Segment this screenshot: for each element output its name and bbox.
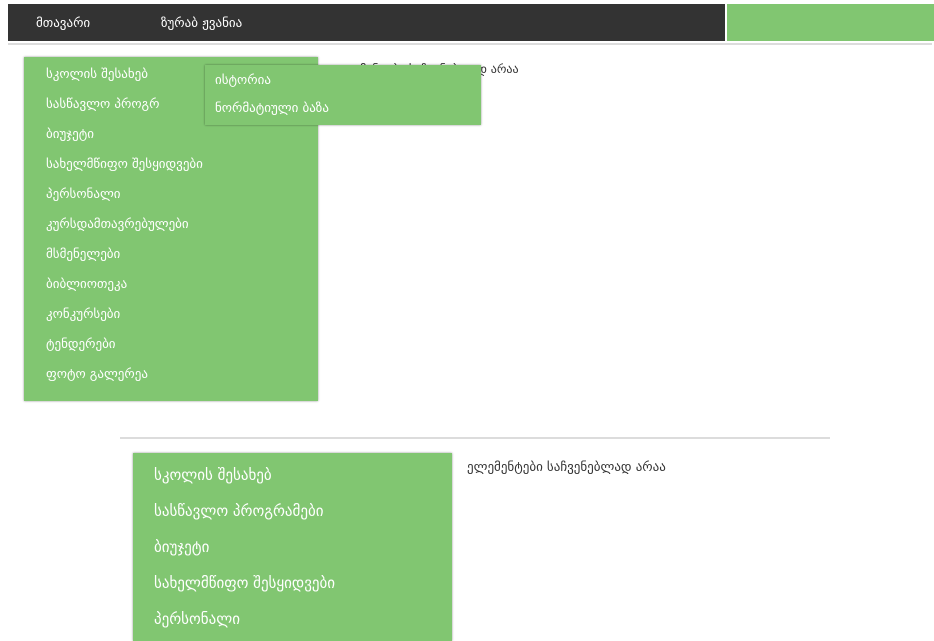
hidden-elements-note-2: ელემენტები საჩვენებლად არაა — [467, 460, 666, 475]
submenu-item-history[interactable]: ისტორია — [205, 73, 481, 88]
menu-item-library[interactable]: ბიბლიოთეკა — [24, 277, 318, 292]
top-divider — [8, 43, 932, 45]
menu-item-listeners[interactable]: მსმენელები — [24, 247, 318, 262]
menu-item-about-school[interactable]: სკოლის შესახებ — [133, 466, 452, 484]
section-divider — [120, 437, 830, 439]
menu-item-photo-gallery[interactable]: ფოტო გალერეა — [24, 367, 318, 382]
submenu-about-school: ისტორია ნორმატიული ბაზა — [205, 65, 481, 125]
menu-item-budget[interactable]: ბიუჯეტი — [133, 538, 452, 556]
menu-item-competitions[interactable]: კონკურსები — [24, 307, 318, 322]
nav-item-home[interactable]: მთავარი — [36, 16, 90, 31]
menu-item-graduates[interactable]: კურსდამთავრებულები — [24, 217, 318, 232]
menu-item-personnel[interactable]: პერსონალი — [24, 187, 318, 202]
menu-item-study-programs[interactable]: სასწავლო პროგრამები — [133, 502, 452, 520]
nav-item-zurab-zhvania[interactable]: ზურაბ ჟვანია — [161, 16, 242, 31]
menu-item-budget[interactable]: ბიუჯეტი — [24, 127, 318, 142]
menu-item-state-procurement[interactable]: სახელმწიფო შესყიდვები — [133, 574, 452, 592]
menu-item-tenders[interactable]: ტენდერები — [24, 337, 318, 352]
dropdown-menu-expanded: სკოლის შესახებ სასწავლო პროგრამები ბიუჯე… — [133, 453, 452, 641]
menu-item-state-procurement[interactable]: სახელმწიფო შესყიდვები — [24, 157, 318, 172]
submenu-item-normative-base[interactable]: ნორმატიული ბაზა — [205, 101, 481, 116]
top-bar-accent — [727, 4, 934, 41]
top-navigation-bar: მთავარი ზურაბ ჟვანია — [8, 4, 725, 41]
menu-item-personnel[interactable]: პერსონალი — [133, 610, 452, 628]
